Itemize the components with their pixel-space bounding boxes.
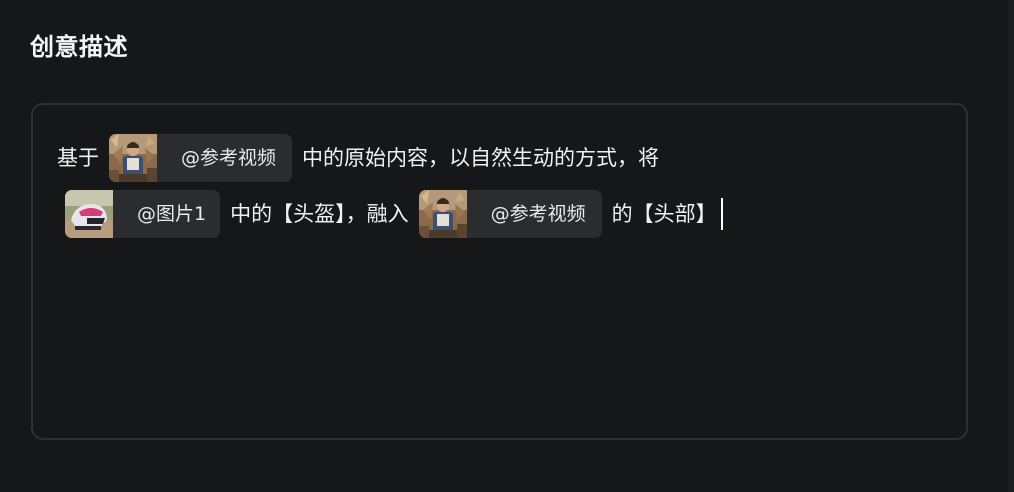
prompt-text: 中的原始内容，以自然生动的方式，将 <box>302 146 660 170</box>
prompt-text: 的【头部】 <box>611 202 717 226</box>
chip-label: @参考视频 <box>181 147 277 169</box>
editor-line: 基于 @参考视频 中的原始内容，以自然生动的方式，将 <box>57 134 659 182</box>
creative-description-panel: 创意描述 基于 @参考视频 中的原始内容，以自然生动的方式，将 @图片1 中的【… <box>0 0 1014 492</box>
section-title: 创意描述 <box>30 33 128 61</box>
text-cursor <box>720 198 723 230</box>
prompt-text: 中的【头盔】，融入 <box>230 202 409 226</box>
helmet-image-thumbnail-icon <box>65 190 113 238</box>
chip-label: @参考视频 <box>490 203 586 225</box>
scrollbar-track <box>1008 0 1014 492</box>
reference-video-chip[interactable]: @参考视频 <box>109 134 293 182</box>
prompt-editor[interactable]: 基于 @参考视频 中的原始内容，以自然生动的方式，将 @图片1 中的【头盔】，融… <box>31 103 968 440</box>
reference-video-chip[interactable]: @参考视频 <box>418 190 602 238</box>
reference-video-thumbnail-icon <box>109 134 157 182</box>
reference-video-thumbnail-icon <box>418 190 467 238</box>
editor-line: @图片1 中的【头盔】，融入 @参考视频 的【头部】 <box>65 190 723 238</box>
prompt-text: 基于 <box>57 146 99 170</box>
chip-label: @图片1 <box>137 203 207 225</box>
image-chip[interactable]: @图片1 <box>65 190 221 238</box>
